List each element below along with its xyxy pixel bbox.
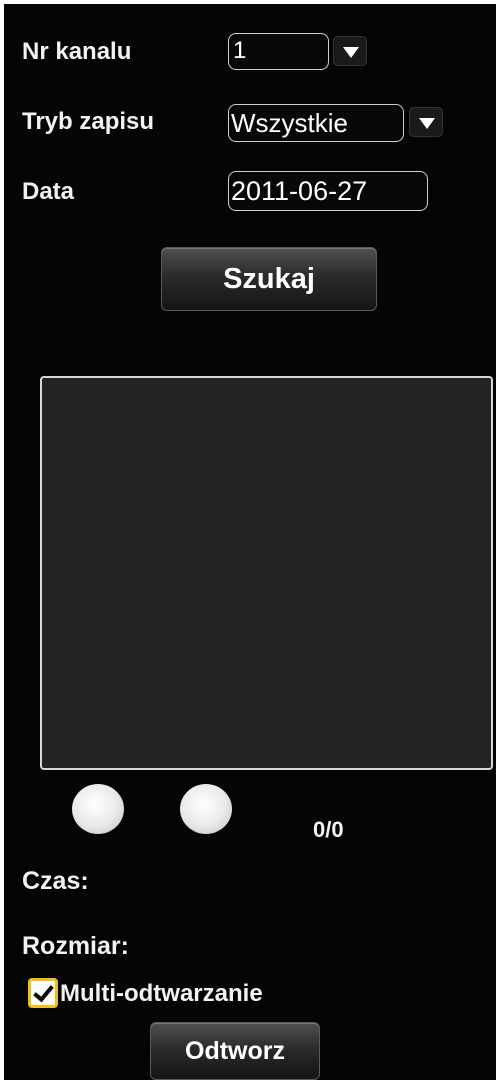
time-label: Czas: bbox=[22, 867, 89, 895]
record-mode-select[interactable]: Wszystkie bbox=[228, 104, 404, 142]
results-list[interactable] bbox=[40, 376, 493, 770]
size-label: Rozmiar: bbox=[22, 932, 129, 960]
record-mode-value: Wszystkie bbox=[231, 108, 348, 138]
record-mode-dropdown-arrow-icon[interactable] bbox=[409, 107, 443, 137]
channel-value: 1 bbox=[233, 37, 247, 64]
record-mode-label: Tryb zapisu bbox=[22, 108, 155, 135]
play-button[interactable]: Odtworz bbox=[150, 1022, 320, 1080]
date-label: Data bbox=[22, 178, 75, 205]
search-button[interactable]: Szukaj bbox=[161, 247, 377, 311]
date-value: 2011-06-27 bbox=[231, 176, 368, 206]
next-page-button[interactable] bbox=[180, 784, 232, 834]
page-counter: 0/0 bbox=[313, 817, 344, 842]
date-input[interactable]: 2011-06-27 bbox=[228, 171, 428, 211]
previous-page-button[interactable] bbox=[72, 784, 124, 834]
multi-playback-label: Multi-odtwarzanie bbox=[60, 980, 263, 1007]
channel-select[interactable]: 1 bbox=[228, 33, 329, 70]
channel-label: Nr kanalu bbox=[22, 38, 132, 65]
multi-playback-checkbox[interactable] bbox=[28, 978, 58, 1008]
channel-dropdown-arrow-icon[interactable] bbox=[333, 36, 367, 66]
